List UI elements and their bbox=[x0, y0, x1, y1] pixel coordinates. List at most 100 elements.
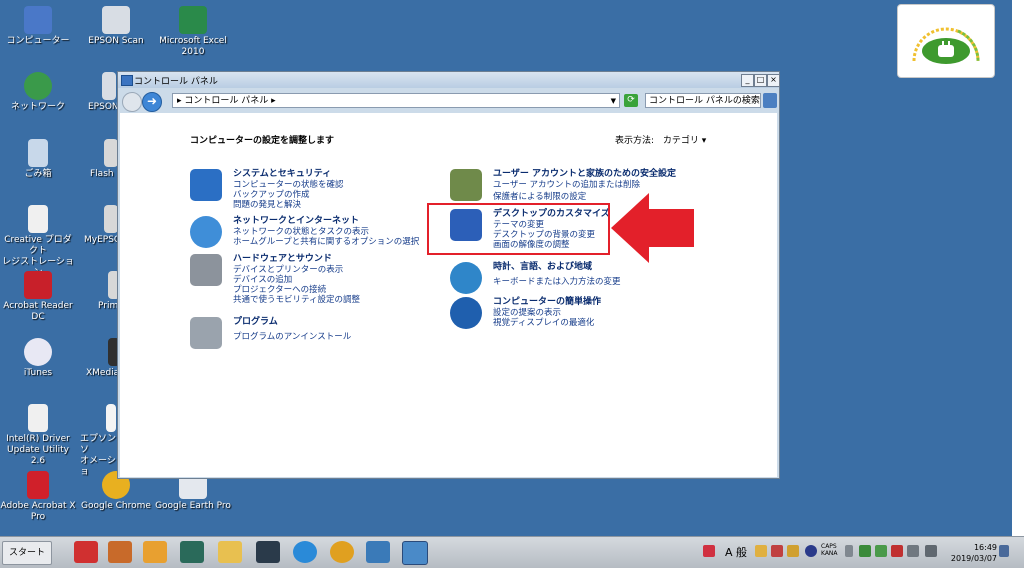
category-title[interactable]: コンピューターの簡単操作 bbox=[493, 297, 683, 308]
clock[interactable]: 16:49 2019/03/07 bbox=[941, 542, 997, 564]
refresh-button[interactable]: ⟳ bbox=[624, 94, 638, 107]
ime-pad-icon[interactable] bbox=[787, 545, 799, 557]
desktop-icon-epson-scan[interactable]: EPSON Scan bbox=[78, 6, 154, 47]
control-panel-taskbar-icon[interactable] bbox=[402, 541, 428, 565]
desktop-icon-adobe-acrobat[interactable]: Adobe Acrobat X Pro bbox=[0, 471, 76, 523]
view-by-selector[interactable]: 表示方法: カテゴリ ▾ bbox=[615, 133, 706, 146]
category-link[interactable]: プロジェクターへの接続 bbox=[233, 285, 423, 295]
maximize-button[interactable]: □ bbox=[754, 74, 767, 87]
folder-tools-icon[interactable] bbox=[108, 541, 132, 563]
category-title[interactable]: ネットワークとインターネット bbox=[233, 216, 423, 227]
printer-icon bbox=[190, 254, 222, 286]
chevron-down-icon[interactable]: ▼ bbox=[611, 94, 616, 109]
excel-icon bbox=[179, 6, 207, 34]
category-title[interactable]: 時計、言語、および地域 bbox=[493, 262, 683, 273]
desktop-icon-excel[interactable]: Microsoft Excel 2010 bbox=[155, 6, 231, 58]
category-link[interactable]: コンピューターの状態を確認 bbox=[233, 180, 423, 190]
category-link[interactable]: デバイスとプリンターの表示 bbox=[233, 265, 423, 275]
clock-date: 2019/03/07 bbox=[950, 554, 997, 563]
video-editor-icon[interactable] bbox=[180, 541, 204, 563]
adobe-acrobat-icon bbox=[27, 471, 49, 499]
category-link[interactable]: 共通で使うモビリティ設定の調整 bbox=[233, 295, 423, 305]
volume-icon[interactable] bbox=[907, 545, 919, 557]
forward-button[interactable]: ➜ bbox=[142, 92, 162, 112]
screen-right-edge bbox=[1012, 0, 1024, 567]
photo-viewer-icon[interactable] bbox=[366, 541, 390, 563]
clock-time: 16:49 bbox=[973, 543, 997, 552]
network-icon bbox=[24, 72, 52, 100]
epson-scan-icon bbox=[102, 6, 130, 34]
close-button[interactable]: × bbox=[767, 74, 780, 87]
caps-kana-indicator: CAPS KANA bbox=[821, 543, 838, 557]
internet-explorer-icon[interactable] bbox=[293, 541, 317, 563]
users-icon bbox=[450, 169, 482, 201]
computer-icon bbox=[24, 6, 52, 34]
desktop-icon-recycle-bin[interactable]: ごみ箱 bbox=[0, 139, 76, 180]
eco-tray-icon[interactable] bbox=[875, 545, 887, 557]
chevron-up-icon[interactable] bbox=[845, 545, 853, 557]
myepson-icon bbox=[104, 205, 118, 233]
category-link[interactable]: キーボードまたは入力方法の変更 bbox=[493, 277, 683, 287]
category-title[interactable]: ユーザー アカウントと家族のための安全設定 bbox=[493, 169, 693, 180]
network-tray-icon[interactable] bbox=[859, 545, 871, 557]
desktop-icon-creative[interactable]: Creative プロダクト レジストレーション bbox=[0, 205, 76, 279]
category-link[interactable]: プログラムのアンインストール bbox=[233, 332, 423, 342]
flash-icon bbox=[104, 139, 118, 167]
taskbar: スタート A 般 CAPS KANA 16:49 2019/03/07 bbox=[0, 536, 1024, 568]
security-tray-icon[interactable] bbox=[703, 545, 715, 557]
category-title[interactable]: ハードウェアとサウンド bbox=[233, 254, 423, 265]
category-link[interactable]: 問題の発見と解決 bbox=[233, 200, 423, 210]
search-icon[interactable] bbox=[763, 93, 777, 108]
address-bar[interactable]: ▸ コントロール パネル ▸ ▼ bbox=[172, 93, 620, 108]
desktop-icon-intel[interactable]: Intel(R) Driver Update Utility 2.6 bbox=[0, 404, 76, 467]
desktop-icon-acrobat-reader[interactable]: Acrobat Reader DC bbox=[0, 271, 76, 323]
category-title[interactable]: システムとセキュリティ bbox=[233, 169, 423, 180]
view-by-value[interactable]: カテゴリ ▾ bbox=[663, 136, 706, 146]
eco-gauge-widget[interactable] bbox=[897, 4, 995, 78]
category-link[interactable]: ホームグループと共有に関するオプションの選択 bbox=[233, 237, 423, 247]
desktop-icon-computer[interactable]: コンピューター bbox=[0, 6, 76, 47]
minimize-button[interactable]: _ bbox=[741, 74, 754, 87]
printer-tray-icon[interactable] bbox=[891, 545, 903, 557]
control-panel-title-icon bbox=[121, 75, 133, 86]
highlight-box bbox=[427, 203, 610, 255]
epson-icon bbox=[102, 72, 116, 100]
creative-icon bbox=[28, 205, 48, 233]
category-link[interactable]: 設定の提案の表示 bbox=[493, 308, 683, 318]
ime-mode[interactable]: A 般 bbox=[725, 544, 747, 560]
film-icon[interactable] bbox=[256, 541, 280, 563]
category-link[interactable]: バックアップの作成 bbox=[233, 190, 423, 200]
address-path: ▸ コントロール パネル ▸ bbox=[177, 96, 276, 106]
category-title[interactable]: プログラム bbox=[233, 317, 423, 328]
help-icon[interactable] bbox=[805, 545, 817, 557]
category-link[interactable]: ネットワークの状態とタスクの表示 bbox=[233, 227, 423, 237]
pin-icon[interactable] bbox=[74, 541, 98, 563]
media-player-icon[interactable] bbox=[143, 541, 167, 563]
leaf-plug-icon bbox=[912, 27, 980, 64]
system-tray: A 般 CAPS KANA 16:49 2019/03/07 bbox=[697, 540, 1009, 565]
network-globe-icon bbox=[190, 216, 222, 248]
page-title: コンピューターの設定を調整します bbox=[190, 136, 335, 146]
back-button[interactable] bbox=[122, 92, 142, 112]
pin-tray-icon[interactable] bbox=[925, 545, 937, 557]
desktop-icon-network[interactable]: ネットワーク bbox=[0, 72, 76, 113]
control-panel-content: コンピューターの設定を調整します 表示方法: カテゴリ ▾ システムとセキュリテ… bbox=[120, 113, 777, 477]
start-button[interactable]: スタート bbox=[2, 541, 52, 565]
search-input[interactable]: コントロール パネルの検索 bbox=[645, 93, 761, 108]
category-link[interactable]: デバイスの追加 bbox=[233, 275, 423, 285]
recycle-bin-icon bbox=[28, 139, 48, 167]
ime-dict-icon[interactable] bbox=[771, 545, 783, 557]
desktop-icon-epson-info[interactable]: エプソンソ オメーショ bbox=[78, 404, 120, 478]
red-arrow-annotation bbox=[611, 193, 694, 263]
clock-globe-icon bbox=[450, 262, 482, 294]
explorer-folder-icon[interactable] bbox=[218, 541, 242, 563]
ime-tool-icon[interactable] bbox=[755, 545, 767, 557]
control-panel-window[interactable]: コントロール パネル _ □ × ➜ ▸ コントロール パネル ▸ ▼ ⟳ コン… bbox=[117, 71, 780, 479]
show-desktop-button[interactable] bbox=[999, 545, 1009, 557]
category-link[interactable]: ユーザー アカウントの追加または削除 bbox=[493, 180, 693, 190]
chrome-taskbar-icon[interactable] bbox=[330, 541, 354, 563]
category-link[interactable]: 視覚ディスプレイの最適化 bbox=[493, 318, 683, 328]
desktop-icon-itunes[interactable]: iTunes bbox=[0, 338, 76, 379]
window-titlebar[interactable]: コントロール パネル _ □ × bbox=[118, 72, 780, 88]
epson-info-icon bbox=[106, 404, 116, 432]
